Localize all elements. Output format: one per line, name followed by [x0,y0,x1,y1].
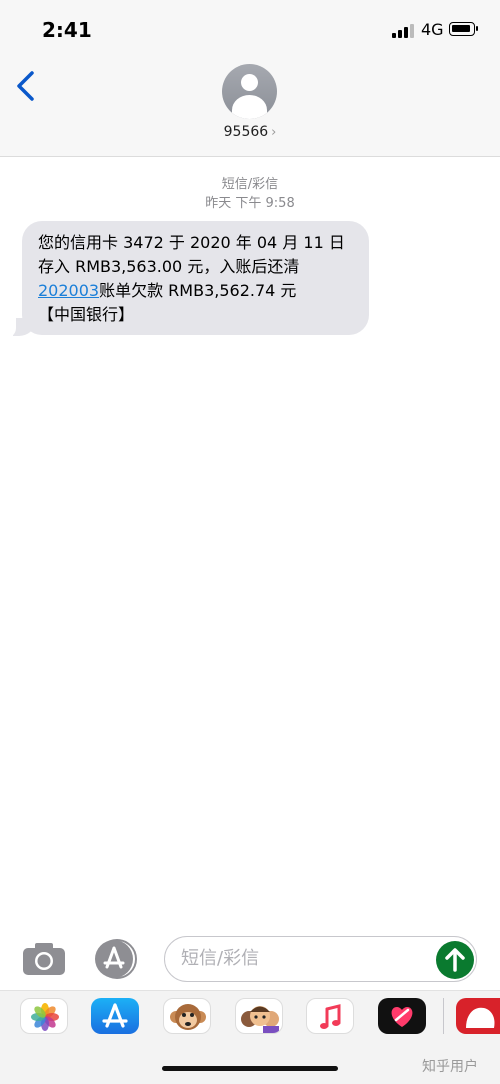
appstore-button[interactable] [93,939,139,979]
message-line-2: 存入 RMB3,563.00 元，入账后还清 [38,257,300,276]
digital-touch-icon[interactable] [378,998,426,1034]
photos-icon[interactable] [20,998,68,1034]
appstore-app-icon[interactable] [91,998,139,1034]
chevron-left-icon [17,71,34,101]
watermark: 知乎用户 [422,1059,478,1075]
signal-icon [392,24,416,38]
message-line-4: 【中国银行】 [38,305,135,324]
music-icon[interactable] [306,998,354,1034]
chevron-right-icon: › [271,125,277,140]
message-input[interactable]: 短信/彩信 [164,936,477,982]
message-bubble[interactable]: 您的信用卡 3472 于 2020 年 04 月 11 日 存入 RMB3,56… [22,221,369,335]
partial-app-icon[interactable] [456,998,500,1034]
person-icon-body [232,95,267,119]
conversation-header: 95566 › [0,60,500,157]
battery-icon [449,22,478,36]
contact-avatar[interactable] [222,64,277,119]
camera-button[interactable] [22,942,66,976]
send-button[interactable] [436,941,474,979]
appstore-icon [95,939,137,979]
back-button[interactable] [12,70,42,102]
date-link[interactable]: 202003 [38,281,99,300]
animoji-icon[interactable] [163,998,211,1034]
camera-icon [23,943,65,975]
message-line-3-text: 账单欠款 RMB3,562.74 元 [99,281,297,300]
status-bar: 2:41 4G [0,0,500,60]
message-type-label: 短信/彩信 [221,177,279,192]
message-line-1: 您的信用卡 3472 于 2020 年 04 月 11 日 [38,233,345,252]
contact-number[interactable]: 95566 [224,124,269,140]
app-strip-divider [443,998,444,1034]
status-time: 2:41 [42,18,92,42]
home-indicator[interactable] [162,1066,338,1071]
memoji-icon[interactable] [235,998,283,1034]
message-timestamp: 昨天 下午 9:58 [205,196,295,211]
contact-name[interactable]: 95566 › [0,124,500,140]
person-icon-head [241,74,258,91]
arrow-up-icon [445,948,465,972]
network-label: 4G [421,20,444,39]
message-line-3: 202003账单欠款 RMB3,562.74 元 [38,279,355,303]
